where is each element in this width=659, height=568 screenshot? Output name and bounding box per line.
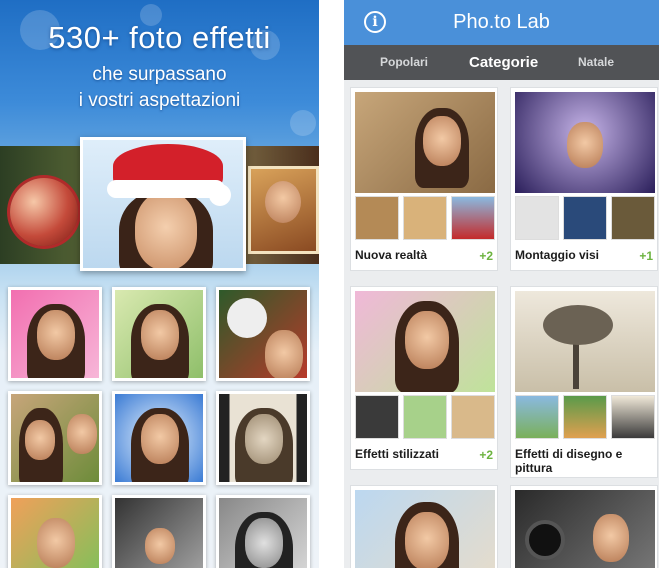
tab-categorie[interactable]: Categorie (469, 45, 538, 80)
promo-subline: che surpassano (92, 64, 227, 85)
app-panel: i Pho.to Lab Popolari Categorie Natale N (344, 0, 659, 568)
ornament-photo (10, 178, 78, 246)
category-sample-image (403, 196, 447, 240)
promo-headline: 530+ foto effetti (48, 20, 271, 55)
top-bar: i Pho.to Lab (344, 0, 659, 45)
category-sample-image (355, 395, 399, 439)
promo-subline: i vostri aspettazioni (78, 90, 241, 111)
category-sample-image (611, 395, 655, 439)
effect-thumbnail (8, 495, 102, 568)
category-sample-image (403, 395, 447, 439)
effect-thumbnail (112, 287, 206, 381)
tab-bar: Popolari Categorie Natale (344, 45, 659, 80)
framed-photo (248, 166, 319, 254)
category-sample-image (451, 395, 495, 439)
category-sample-image (515, 196, 559, 240)
category-sample-image (563, 196, 607, 240)
camera-lens-icon (525, 520, 565, 560)
category-cover-image (355, 490, 495, 568)
bokeh-decoration (290, 110, 316, 136)
effect-thumbnail (216, 287, 310, 381)
effect-thumbnail (8, 287, 102, 381)
effect-thumbnail (8, 391, 102, 485)
category-cover-image (515, 490, 655, 568)
effect-thumbnail (216, 495, 310, 568)
category-cover-image (355, 92, 495, 193)
category-label: Effetti di disegno e pittura (515, 447, 623, 475)
category-count-badge: +2 (479, 249, 493, 263)
effect-thumbnail (112, 391, 206, 485)
category-card[interactable] (350, 485, 498, 568)
category-label: Nuova realtà (355, 248, 428, 262)
category-sample-image (355, 196, 399, 240)
tab-popolari[interactable]: Popolari (380, 45, 428, 80)
effect-thumbnail (112, 495, 206, 568)
category-card[interactable]: Effetti stilizzati +2 (350, 286, 498, 470)
category-label: Effetti stilizzati (355, 447, 440, 461)
featured-effect-photo (80, 137, 246, 271)
category-cover-image (515, 92, 655, 193)
tab-natale[interactable]: Natale (578, 45, 614, 80)
category-cover-image (355, 291, 495, 392)
category-count-badge: +1 (639, 249, 653, 263)
category-card[interactable]: Effetti di disegno e pittura (510, 286, 658, 478)
category-card[interactable] (510, 485, 658, 568)
app-title: Pho.to Lab (453, 11, 550, 33)
category-label: Montaggio visi (515, 248, 599, 262)
category-sample-image (563, 395, 607, 439)
category-list: Nuova realtà +2 Montaggio visi +1 Effett… (344, 80, 659, 568)
app-screenshot: 530+ foto effetti che surpassano i vostr… (0, 0, 659, 568)
category-sample-image (515, 395, 559, 439)
promo-panel: 530+ foto effetti che surpassano i vostr… (0, 0, 319, 568)
category-sample-image (611, 196, 655, 240)
category-card[interactable]: Nuova realtà +2 (350, 87, 498, 271)
category-cover-image (515, 291, 655, 392)
category-count-badge: +2 (479, 448, 493, 462)
effect-thumbnail (216, 391, 310, 485)
category-sample-image (451, 196, 495, 240)
category-card[interactable]: Montaggio visi +1 (510, 87, 658, 271)
